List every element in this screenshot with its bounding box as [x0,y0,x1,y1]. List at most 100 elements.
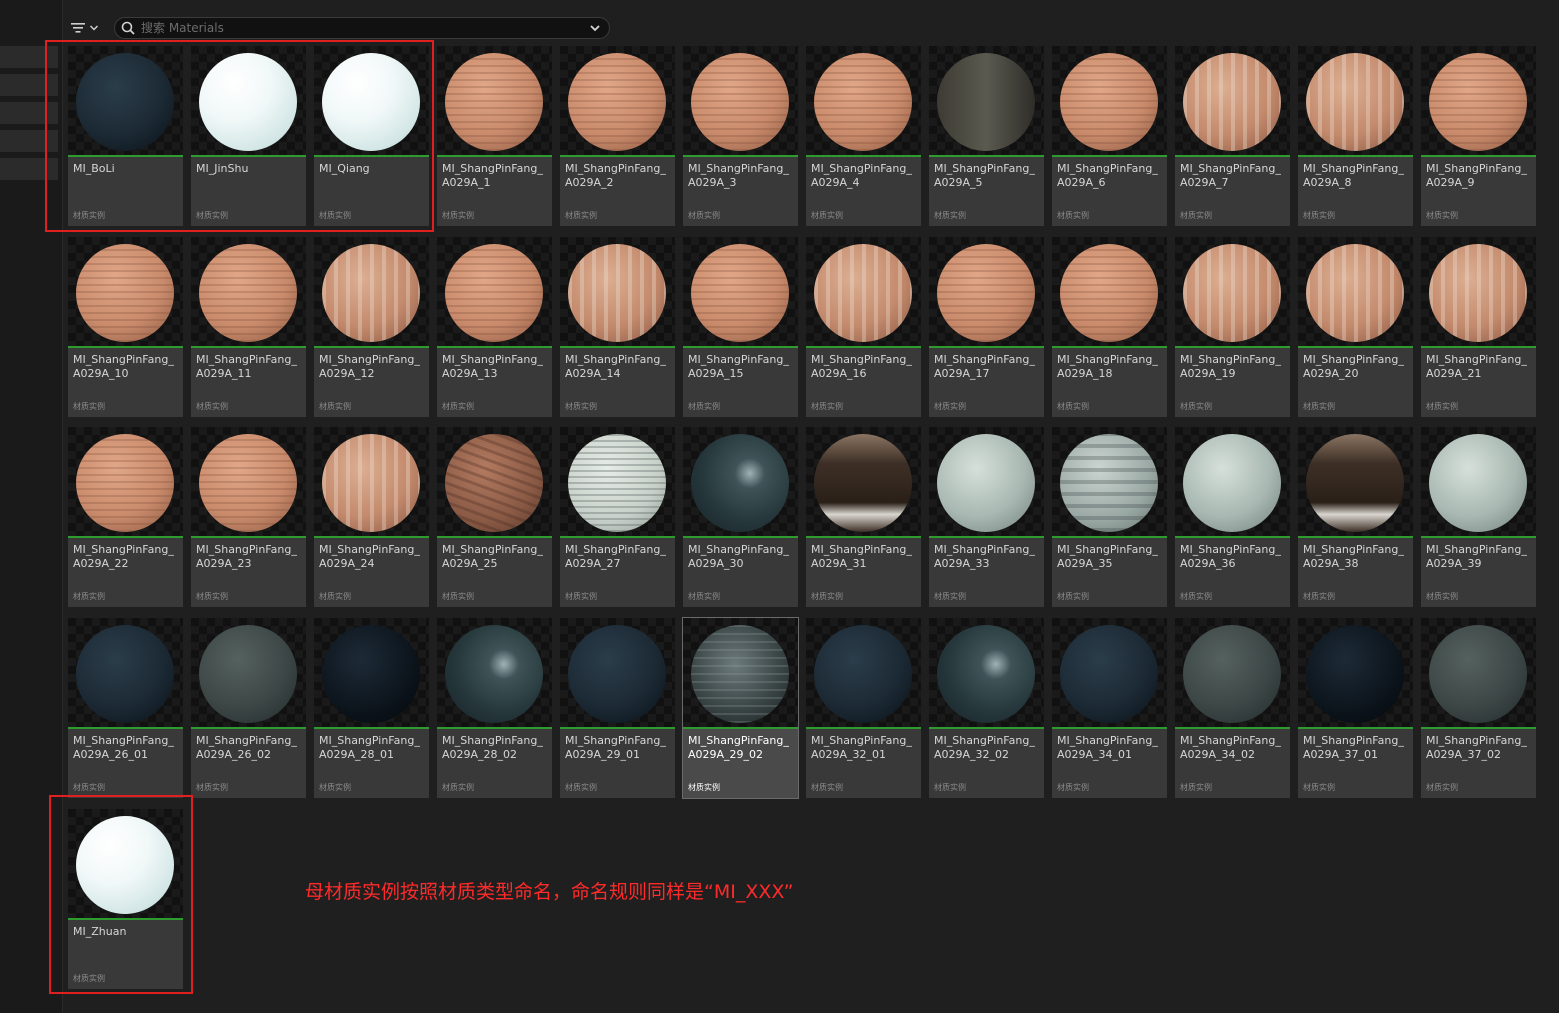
asset-tile[interactable]: MI_ShangPinFang_A029A_9 材质实例 [1421,46,1536,226]
asset-type-label: 材质实例 [442,783,474,792]
asset-name: MI_ShangPinFang_A029A_26_01 [73,734,174,761]
asset-type-label: 材质实例 [565,783,597,792]
asset-tile[interactable]: MI_ShangPinFang_A029A_23 材质实例 [191,427,306,607]
asset-tile[interactable]: MI_ShangPinFang_A029A_30 材质实例 [683,427,798,607]
asset-tile[interactable]: MI_ShangPinFang_A029A_39 材质实例 [1421,427,1536,607]
asset-name: MI_ShangPinFang_A029A_34_01 [1057,734,1158,761]
asset-type-label: 材质实例 [442,592,474,601]
asset-tile[interactable]: MI_ShangPinFang_A029A_24 材质实例 [314,427,429,607]
asset-tile[interactable]: MI_ShangPinFang_A029A_15 材质实例 [683,237,798,417]
asset-type-label: 材质实例 [811,592,843,601]
asset-tile[interactable]: MI_ShangPinFang_A029A_21 材质实例 [1421,237,1536,417]
asset-tile[interactable]: MI_ShangPinFang_A029A_34_01 材质实例 [1052,618,1167,798]
asset-type-color-bar [437,346,552,348]
asset-tile[interactable]: MI_ShangPinFang_A029A_37_02 材质实例 [1421,618,1536,798]
asset-type-label: 材质实例 [811,211,843,220]
search-input[interactable] [141,18,581,38]
search-options-chevron-icon[interactable] [589,22,601,34]
highlight-box-zhuan [49,795,193,994]
asset-tile[interactable]: MI_ShangPinFang_A029A_32_01 材质实例 [806,618,921,798]
material-sphere-preview [445,244,543,342]
asset-tile[interactable]: MI_ShangPinFang_A029A_26_01 材质实例 [68,618,183,798]
asset-tile[interactable]: MI_ShangPinFang_A029A_12 材质实例 [314,237,429,417]
asset-tile[interactable]: MI_ShangPinFang_A029A_28_02 材质实例 [437,618,552,798]
asset-type-color-bar [314,727,429,729]
asset-type-label: 材质实例 [1426,211,1458,220]
asset-thumbnail [314,427,429,537]
asset-tile[interactable]: MI_ShangPinFang_A029A_28_01 材质实例 [314,618,429,798]
asset-tile[interactable]: MI_ShangPinFang_A029A_17 材质实例 [929,237,1044,417]
asset-tile[interactable]: MI_ShangPinFang_A029A_29_01 材质实例 [560,618,675,798]
asset-tile[interactable]: MI_ShangPinFang_A029A_2 材质实例 [560,46,675,226]
asset-tile[interactable]: MI_ShangPinFang_A029A_36 材质实例 [1175,427,1290,607]
asset-thumbnail [1421,46,1536,156]
asset-tile[interactable]: MI_ShangPinFang_A029A_13 材质实例 [437,237,552,417]
asset-type-color-bar [683,155,798,157]
asset-tile[interactable]: MI_ShangPinFang_A029A_29_02 材质实例 [682,617,799,799]
material-sphere-preview [1060,434,1158,532]
asset-tile[interactable]: MI_ShangPinFang_A029A_38 材质实例 [1298,427,1413,607]
asset-name: MI_ShangPinFang_A029A_28_01 [319,734,420,761]
asset-name: MI_ShangPinFang_A029A_19 [1180,353,1281,380]
asset-thumbnail [683,237,798,347]
asset-name: MI_ShangPinFang_A029A_20 [1303,353,1404,380]
material-sphere-preview [1429,53,1527,151]
asset-thumbnail [683,427,798,537]
asset-tile[interactable]: MI_ShangPinFang_A029A_5 材质实例 [929,46,1044,226]
filter-button[interactable] [70,17,106,39]
asset-tile[interactable]: MI_ShangPinFang_A029A_6 材质实例 [1052,46,1167,226]
asset-type-color-bar [1175,155,1290,157]
asset-thumbnail [437,618,552,728]
asset-name: MI_ShangPinFang_A029A_2 [565,162,666,189]
asset-tile[interactable]: MI_ShangPinFang_A029A_1 材质实例 [437,46,552,226]
asset-tile[interactable]: MI_ShangPinFang_A029A_34_02 材质实例 [1175,618,1290,798]
asset-type-label: 材质实例 [1180,211,1212,220]
asset-thumbnail [314,618,429,728]
asset-name: MI_ShangPinFang_A029A_36 [1180,543,1281,570]
asset-tile[interactable]: MI_ShangPinFang_A029A_27 材质实例 [560,427,675,607]
asset-tile[interactable]: MI_ShangPinFang_A029A_3 材质实例 [683,46,798,226]
asset-type-label: 材质实例 [1303,402,1335,411]
asset-name: MI_ShangPinFang_A029A_28_02 [442,734,543,761]
material-sphere-preview [199,434,297,532]
asset-tile[interactable]: MI_ShangPinFang_A029A_4 材质实例 [806,46,921,226]
asset-tile[interactable]: MI_ShangPinFang_A029A_22 材质实例 [68,427,183,607]
asset-tile[interactable]: MI_ShangPinFang_A029A_7 材质实例 [1175,46,1290,226]
asset-type-label: 材质实例 [688,592,720,601]
asset-type-label: 材质实例 [811,402,843,411]
asset-tile[interactable]: MI_ShangPinFang_A029A_19 材质实例 [1175,237,1290,417]
material-sphere-preview [76,625,174,723]
asset-type-color-bar [1421,155,1536,157]
asset-tile[interactable]: MI_ShangPinFang_A029A_20 材质实例 [1298,237,1413,417]
asset-tile[interactable]: MI_ShangPinFang_A029A_14 材质实例 [560,237,675,417]
asset-tile[interactable]: MI_ShangPinFang_A029A_26_02 材质实例 [191,618,306,798]
asset-tile[interactable]: MI_ShangPinFang_A029A_16 材质实例 [806,237,921,417]
asset-tile[interactable]: MI_ShangPinFang_A029A_31 材质实例 [806,427,921,607]
material-sphere-preview [445,625,543,723]
material-sphere-preview [322,434,420,532]
asset-type-label: 材质实例 [1057,783,1089,792]
content-browser-toolbar [62,10,1559,44]
asset-tile[interactable]: MI_ShangPinFang_A029A_35 材质实例 [1052,427,1167,607]
asset-tile[interactable]: MI_ShangPinFang_A029A_18 材质实例 [1052,237,1167,417]
asset-tile[interactable]: MI_ShangPinFang_A029A_10 材质实例 [68,237,183,417]
material-sphere-preview [568,244,666,342]
asset-tile[interactable]: MI_ShangPinFang_A029A_32_02 材质实例 [929,618,1044,798]
asset-name: MI_ShangPinFang_A029A_18 [1057,353,1158,380]
asset-tile[interactable]: MI_ShangPinFang_A029A_37_01 材质实例 [1298,618,1413,798]
asset-thumbnail [1175,618,1290,728]
asset-tile[interactable]: MI_ShangPinFang_A029A_25 材质实例 [437,427,552,607]
asset-tile[interactable]: MI_ShangPinFang_A029A_11 材质实例 [191,237,306,417]
material-sphere-preview [691,53,789,151]
asset-tile[interactable]: MI_ShangPinFang_A029A_33 材质实例 [929,427,1044,607]
asset-type-label: 材质实例 [565,592,597,601]
asset-type-color-bar [1175,536,1290,538]
search-box[interactable] [114,17,610,39]
asset-name: MI_ShangPinFang_A029A_12 [319,353,420,380]
asset-name: MI_ShangPinFang_A029A_17 [934,353,1035,380]
asset-type-label: 材质实例 [565,402,597,411]
asset-tile[interactable]: MI_ShangPinFang_A029A_8 材质实例 [1298,46,1413,226]
material-sphere-preview [1060,53,1158,151]
asset-name: MI_ShangPinFang_A029A_5 [934,162,1035,189]
asset-type-color-bar [437,155,552,157]
